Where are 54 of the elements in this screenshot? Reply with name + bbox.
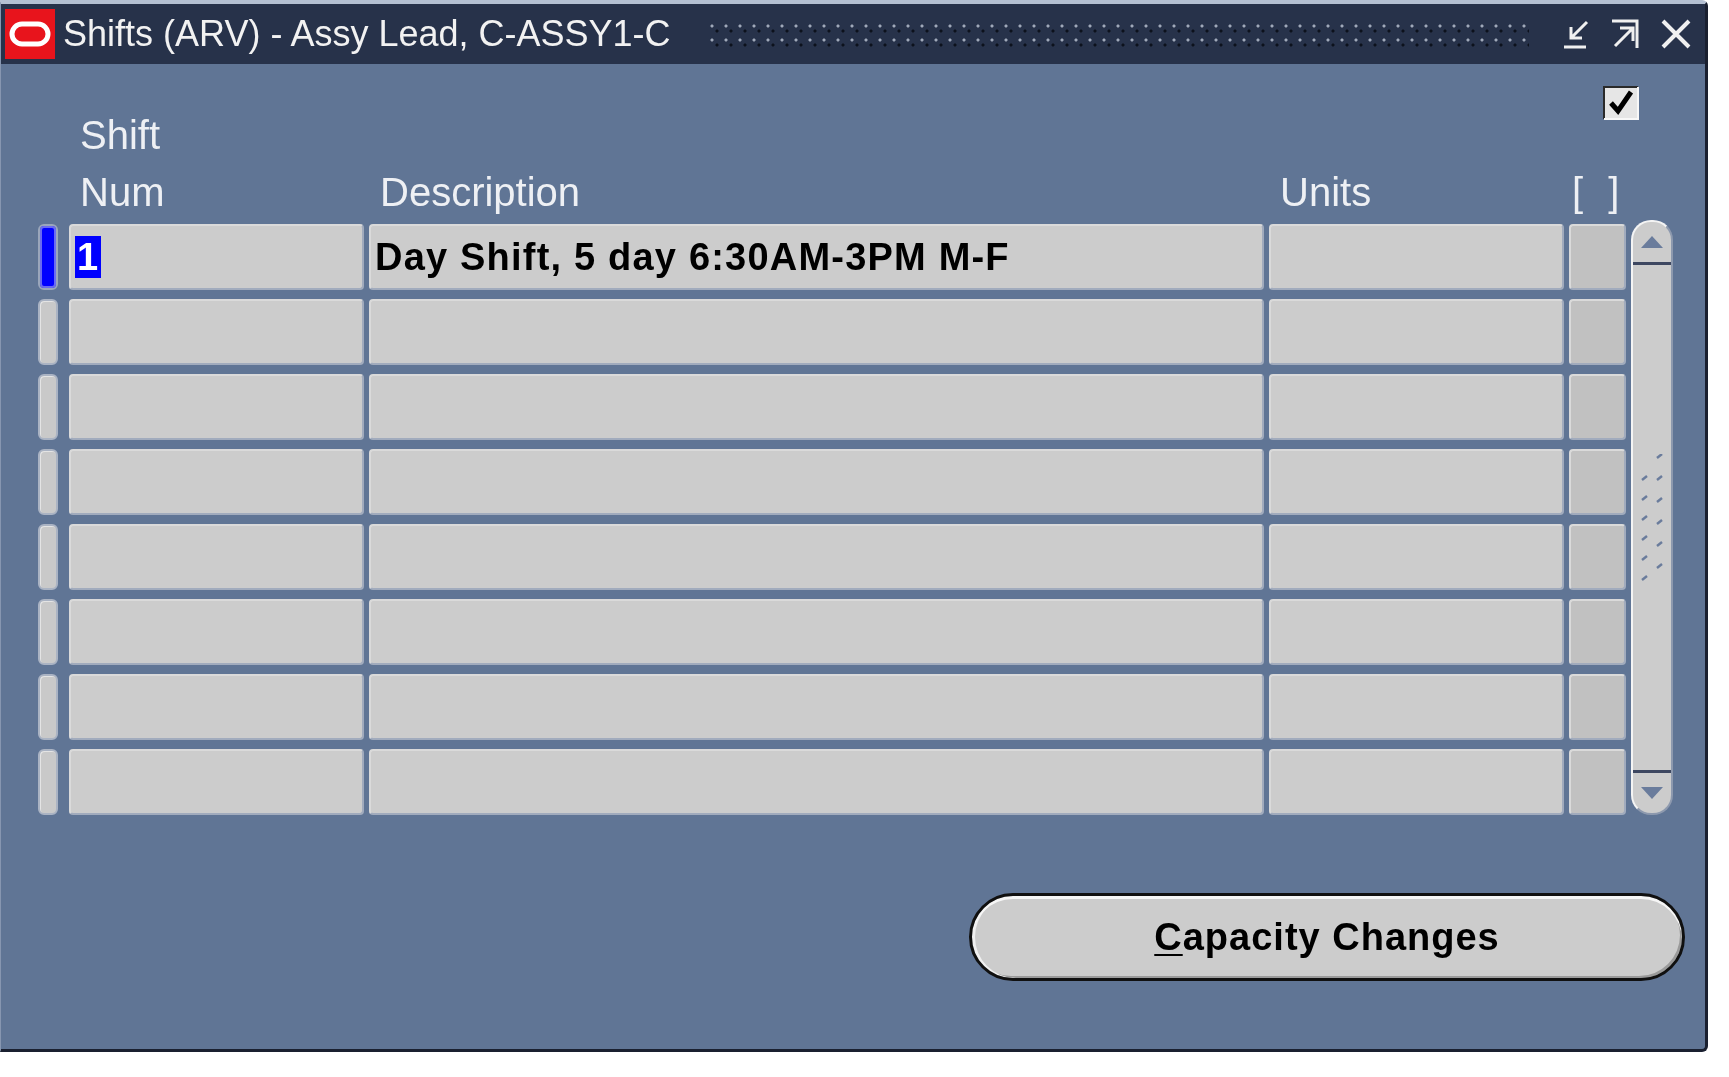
description-field[interactable]: [369, 674, 1264, 740]
num-field[interactable]: [69, 374, 364, 440]
checkbox[interactable]: [1603, 86, 1639, 120]
column-header: Units: [1279, 169, 1372, 216]
flag-field[interactable]: [1569, 674, 1626, 740]
column-header: Shift Num: [79, 112, 165, 216]
description-field[interactable]: [369, 449, 1264, 515]
units-field[interactable]: [1269, 449, 1564, 515]
row-indicator[interactable]: [38, 674, 58, 740]
row-indicator[interactable]: [38, 749, 58, 815]
window-title: Shifts (ARV) - Assy Lead, C-ASSY1-C: [63, 13, 671, 55]
description-field[interactable]: [369, 299, 1264, 365]
maximize-icon[interactable]: [1610, 18, 1642, 50]
row-indicator[interactable]: [38, 299, 58, 365]
num-field[interactable]: [69, 524, 364, 590]
num-field[interactable]: [69, 674, 364, 740]
units-field[interactable]: [1269, 749, 1564, 815]
description-field[interactable]: Day Shift, 5 day 6:30AM-3PM M-F: [369, 224, 1264, 290]
close-icon[interactable]: [1660, 18, 1692, 50]
description-field[interactable]: [369, 374, 1264, 440]
description-field[interactable]: [369, 599, 1264, 665]
num-field[interactable]: [69, 599, 364, 665]
row-indicator[interactable]: [38, 524, 58, 590]
num-field[interactable]: [69, 749, 364, 815]
units-field[interactable]: [1269, 524, 1564, 590]
row-indicator[interactable]: [38, 374, 58, 440]
units-field[interactable]: [1269, 224, 1564, 290]
units-field[interactable]: [1269, 674, 1564, 740]
units-field[interactable]: [1269, 374, 1564, 440]
num-field[interactable]: [69, 299, 364, 365]
column-header: [ ]: [1571, 169, 1620, 216]
units-field[interactable]: [1269, 299, 1564, 365]
row-indicator[interactable]: [38, 224, 58, 290]
row-indicator[interactable]: [38, 599, 58, 665]
flag-field[interactable]: [1569, 224, 1626, 290]
flag-field[interactable]: [1569, 374, 1626, 440]
units-field[interactable]: [1269, 599, 1564, 665]
flag-field[interactable]: [1569, 749, 1626, 815]
flag-field[interactable]: [1569, 299, 1626, 365]
num-field[interactable]: [69, 449, 364, 515]
flag-field[interactable]: [1569, 524, 1626, 590]
description-field[interactable]: [369, 749, 1264, 815]
flag-field[interactable]: [1569, 449, 1626, 515]
down-triangle-icon: [1641, 787, 1663, 799]
scrollbar-track[interactable]: [1631, 220, 1673, 815]
capacity-changes-button[interactable]: Capacity Changes: [969, 893, 1685, 981]
grip-icon: [1640, 453, 1664, 582]
flag-field[interactable]: [1569, 599, 1626, 665]
up-triangle-icon: [1641, 236, 1663, 248]
description-field[interactable]: [369, 524, 1264, 590]
logo-icon: [5, 9, 55, 59]
row-indicator[interactable]: [38, 449, 58, 515]
num-field[interactable]: 1: [69, 224, 364, 290]
column-header: Description: [379, 169, 581, 216]
